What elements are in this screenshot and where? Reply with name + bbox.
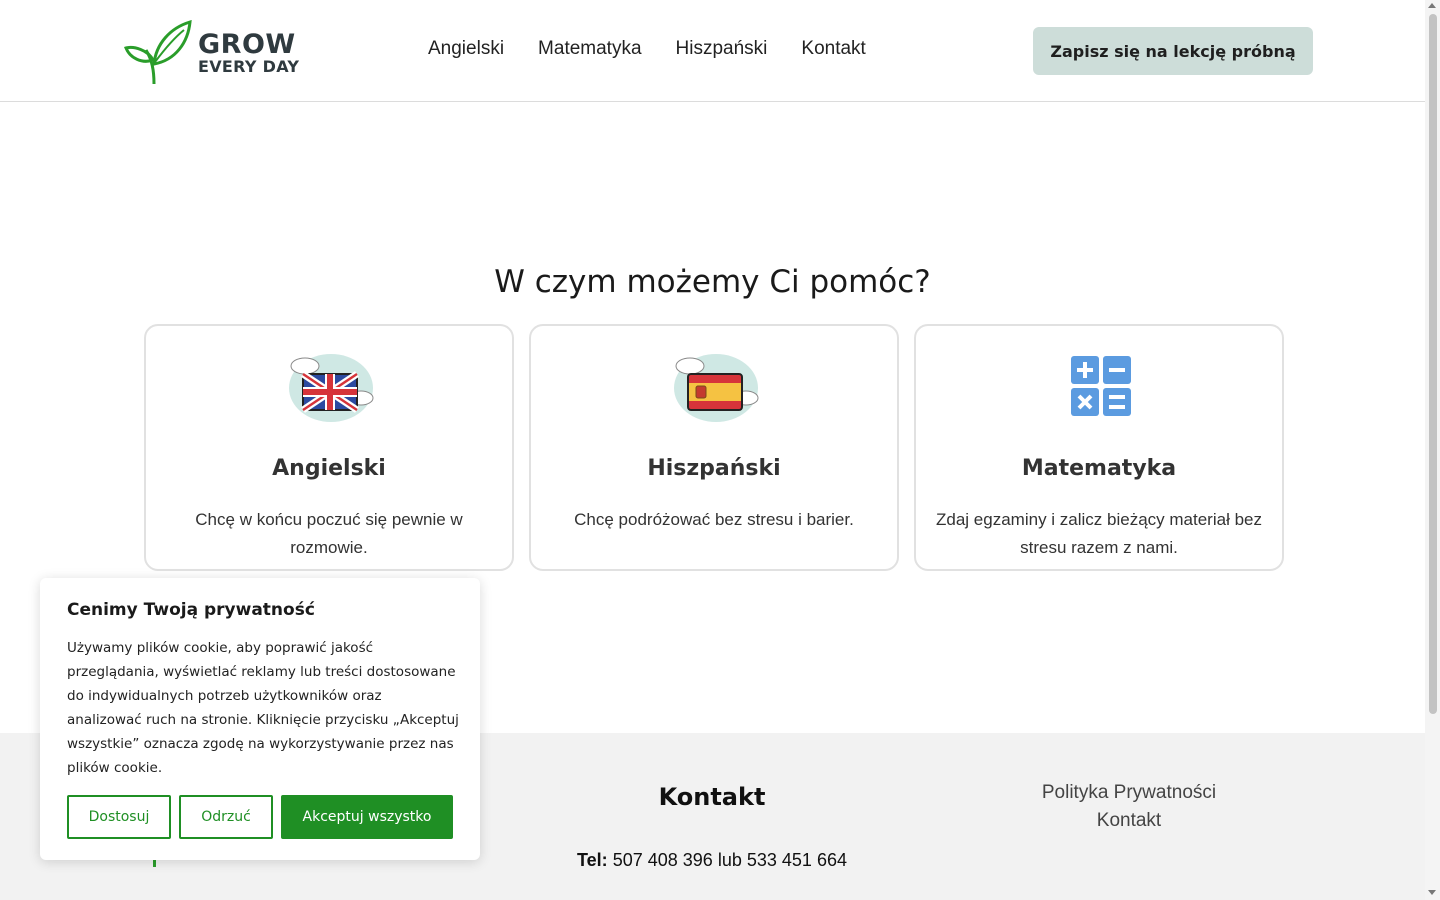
calculator-icon [1071,356,1131,416]
page-scrollbar[interactable] [1425,0,1440,900]
logo-line-1: GROW [198,29,296,60]
phone-label: Tel: [577,850,608,870]
nav-item-hiszpanski[interactable]: Hiszpański [676,38,768,60]
service-card-angielski[interactable]: Angielski Chcę w końcu poczuć się pewnie… [144,324,514,571]
section-title: W czym możemy Ci pomóc? [494,264,931,300]
cookie-customize-button[interactable]: Dostosuj [67,795,171,839]
scroll-down-icon[interactable] [1428,890,1436,895]
phone-number-1[interactable]: 507 408 396 [613,850,713,870]
spain-flag-icon [674,354,759,422]
footer-links: Polityka Prywatności Kontakt [1000,779,1258,835]
card-text: Chcę w końcu poczuć się pewnie w rozmowi… [195,510,463,557]
cookie-title: Cenimy Twoją prywatność [67,600,315,620]
cookie-reject-button[interactable]: Odrzuć [179,795,273,839]
phone-separator: lub [717,850,742,870]
main-nav: Angielski Matematyka Hiszpański Kontakt [428,38,866,60]
uk-flag-icon [289,354,374,422]
nav-item-matematyka[interactable]: Matematyka [538,38,641,60]
card-text: Zdaj egzaminy i zalicz bieżący materiał … [936,510,1262,557]
cookie-text: Używamy plików cookie, aby poprawić jako… [67,640,459,776]
logo-text: GROW EVERY DAY [198,31,299,75]
footer-link-contact[interactable]: Kontakt [1000,807,1258,835]
scroll-up-icon[interactable] [1428,3,1436,8]
card-title: Matematyka [1021,456,1177,481]
cookie-banner: Cenimy Twoją prywatność Używamy plików c… [40,578,480,860]
scroll-thumb[interactable] [1429,14,1437,714]
nav-item-angielski[interactable]: Angielski [428,38,504,60]
logo[interactable]: GROW EVERY DAY [124,20,304,86]
card-title: Angielski [272,456,386,481]
service-card-matematyka[interactable]: Matematyka Zdaj egzaminy i zalicz bieżąc… [914,324,1284,571]
phone-number-2[interactable]: 533 451 664 [747,850,847,870]
cookie-accept-button[interactable]: Akceptuj wszystko [281,795,453,839]
site-header: GROW EVERY DAY Angielski Matematyka Hisz… [0,0,1425,102]
logo-line-2: EVERY DAY [198,57,300,76]
footer-link-privacy[interactable]: Polityka Prywatności [1000,779,1258,807]
nav-item-kontakt[interactable]: Kontakt [801,38,865,60]
service-card-hiszpanski[interactable]: Hiszpański Chcę podróżować bez stresu i … [529,324,899,571]
leaf-logo-icon [124,20,192,85]
card-title: Hiszpański [647,456,781,481]
footer-phone: Tel: 507 408 396 lub 533 451 664 [562,850,862,871]
trial-lesson-button[interactable]: Zapisz się na lekcję próbną [1033,27,1313,75]
footer-heading: Kontakt [658,783,766,811]
card-text: Chcę podróżować bez stresu i barier. [574,510,854,529]
